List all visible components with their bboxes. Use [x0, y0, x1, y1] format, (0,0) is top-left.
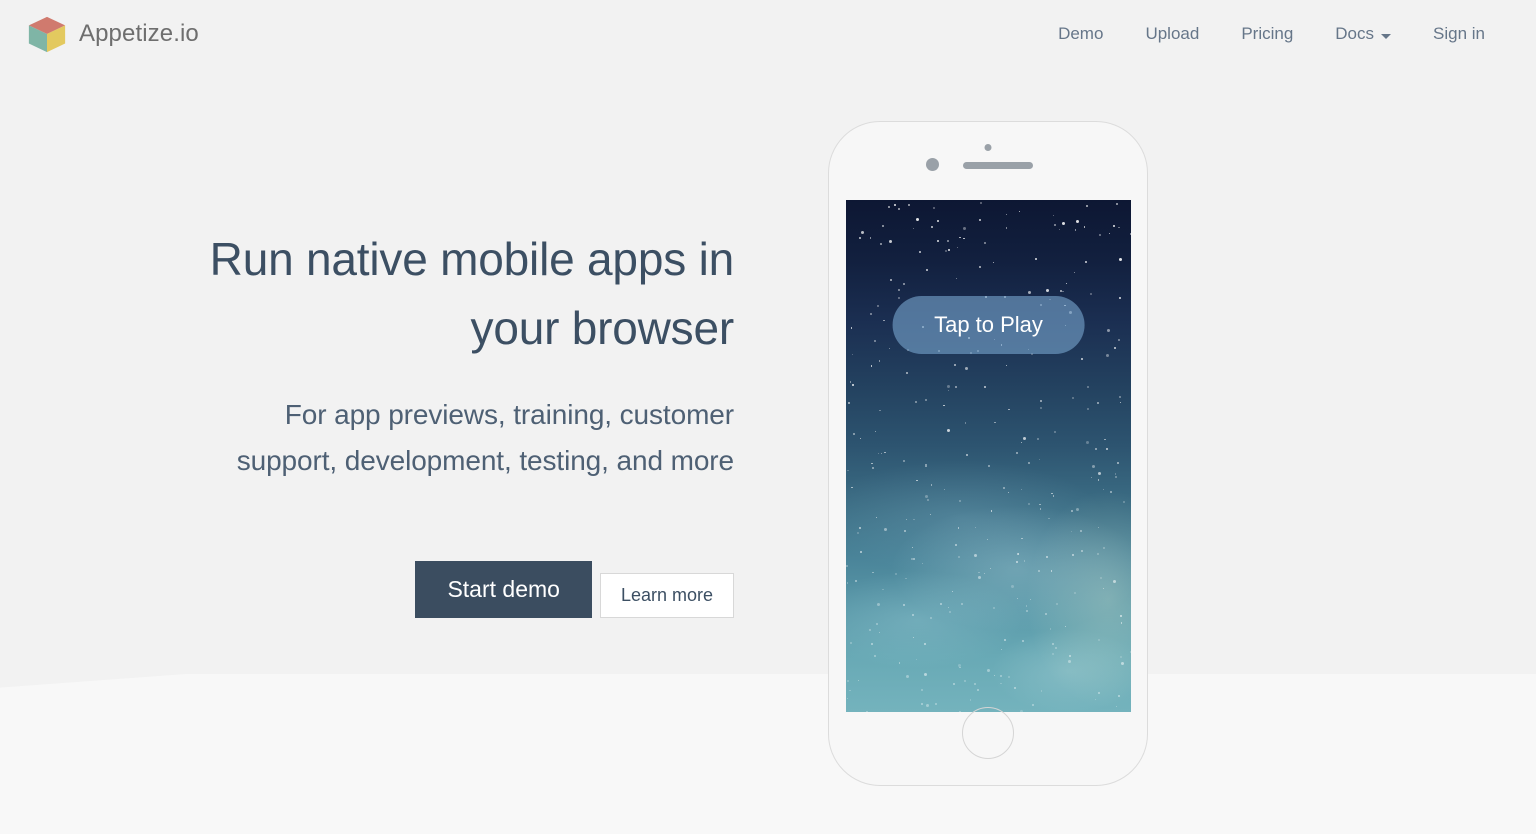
nav-link-docs[interactable]: Docs — [1314, 14, 1412, 54]
site-header: Appetize.io Demo Upload Pricing Docs Sig… — [0, 0, 1536, 68]
tap-to-play-button[interactable]: Tap to Play — [892, 296, 1085, 354]
nav-link-upload[interactable]: Upload — [1124, 14, 1220, 54]
nav-link-pricing-label: Pricing — [1241, 24, 1294, 43]
wallpaper-stars — [846, 200, 1131, 712]
hero-device: Tap to Play — [760, 90, 1536, 786]
phone-screen[interactable]: Tap to Play — [846, 200, 1131, 712]
start-demo-button[interactable]: Start demo — [415, 560, 592, 618]
page-title-line-2: your browser — [470, 302, 735, 354]
page-subtitle-line-1: For app previews, training, customer — [284, 399, 734, 430]
chevron-down-icon — [1381, 33, 1392, 39]
earpiece-speaker-icon — [963, 162, 1033, 169]
hero-copy: Run native mobile apps in your browser F… — [0, 90, 760, 618]
hero-section: Run native mobile apps in your browser F… — [0, 68, 1536, 786]
nav-link-demo[interactable]: Demo — [1037, 14, 1124, 54]
front-camera-icon — [984, 144, 992, 151]
nav-link-signin[interactable]: Sign in — [1412, 14, 1506, 54]
page-title-line-1: Run native mobile apps in — [209, 233, 735, 285]
page-subtitle: For app previews, training, customer sup… — [0, 392, 734, 484]
page-title: Run native mobile apps in your browser — [0, 225, 735, 363]
brand-name: Appetize.io — [79, 20, 199, 47]
nav-link-docs-label: Docs — [1335, 24, 1375, 43]
page-subtitle-line-2: support, development, testing, and more — [236, 445, 734, 476]
brand-logo-link[interactable]: Appetize.io — [26, 13, 199, 55]
nav-link-demo-label: Demo — [1058, 24, 1104, 43]
proximity-sensor-icon — [926, 158, 939, 171]
learn-more-button[interactable]: Learn more — [599, 573, 734, 618]
cube-logo-icon — [28, 16, 66, 53]
nav-link-upload-label: Upload — [1145, 24, 1200, 43]
nav-link-pricing[interactable]: Pricing — [1220, 14, 1314, 54]
main-navigation: Demo Upload Pricing Docs Sign in — [1037, 14, 1506, 54]
home-button[interactable] — [962, 707, 1014, 759]
phone-mockup: Tap to Play — [828, 121, 1148, 786]
hero-actions: Start demo Learn more — [0, 560, 734, 618]
nav-link-signin-label: Sign in — [1433, 24, 1485, 43]
